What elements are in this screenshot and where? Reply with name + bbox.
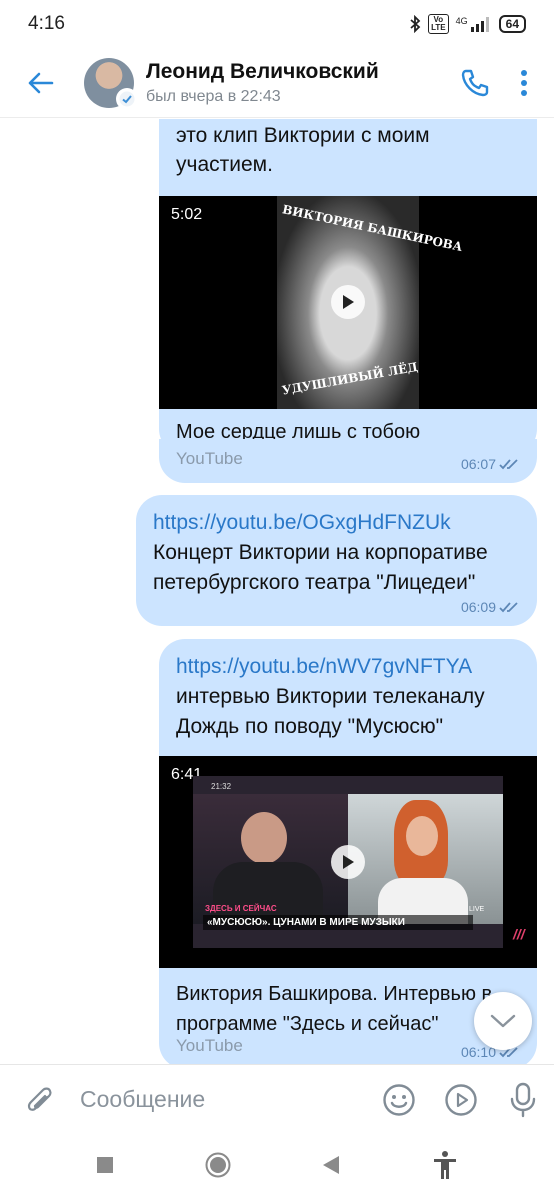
- recent-apps-button[interactable]: [96, 1156, 114, 1179]
- message-text: это клип Виктории с моим участием.: [176, 124, 430, 176]
- volte-icon: Vo LTE: [428, 14, 449, 34]
- play-icon: [343, 855, 354, 869]
- video-message-button[interactable]: [430, 1083, 492, 1117]
- scroll-to-bottom-button[interactable]: [474, 992, 532, 1050]
- message-time: 06:09: [461, 599, 519, 615]
- contact-info[interactable]: Леонид Величковский был вчера в 22:43: [146, 60, 450, 106]
- status-icons: Vo LTE 4G 64: [409, 14, 526, 34]
- double-check-icon: [499, 602, 518, 613]
- message-link[interactable]: https://youtu.be/OGxgHdFNZUk: [153, 508, 451, 538]
- accessibility-button[interactable]: [431, 1150, 459, 1185]
- microphone-icon: [510, 1082, 536, 1117]
- message-text: интервью Виктории телеканалу Дождь по по…: [176, 685, 485, 738]
- video-preview[interactable]: 5:02 ВИКТОРИЯ БАШКИРОВА УДУШЛИВЫЙ ЛЁД: [159, 196, 537, 409]
- avatar[interactable]: [84, 57, 138, 110]
- lower-third: «МУСЮСЮ». ЦУНАМИ В МИРЕ МУЗЫКИ: [203, 915, 473, 930]
- message-time: 06:07: [461, 456, 519, 472]
- video-clock: 21:32: [211, 782, 232, 791]
- paperclip-icon: [27, 1087, 52, 1111]
- checkmark-icon: [119, 91, 135, 106]
- home-circle-icon: [205, 1152, 230, 1177]
- voice-message-button[interactable]: [492, 1082, 554, 1118]
- play-button[interactable]: [331, 845, 365, 879]
- video-message-icon: [445, 1083, 477, 1116]
- video-duration: 5:02: [171, 206, 203, 223]
- call-button[interactable]: [450, 48, 500, 118]
- message-bubble[interactable]: это клип Виктории с моим участием. 5:02 …: [159, 119, 537, 455]
- chat-header: Леонид Величковский был вчера в 22:43: [0, 48, 554, 118]
- emoji-button[interactable]: [368, 1083, 430, 1117]
- status-bar: 4:16 Vo LTE 4G 64: [0, 0, 554, 48]
- verified-badge: [116, 87, 138, 110]
- more-vertical-icon: [521, 69, 527, 96]
- cover-title: ВИКТОРИЯ БАШКИРОВА: [281, 202, 464, 255]
- back-arrow-icon: [28, 72, 54, 93]
- contact-name: Леонид Величковский: [146, 59, 379, 83]
- message-bubble[interactable]: https://youtu.be/nWV7gvNFTYA интервью Ви…: [159, 639, 537, 1064]
- bluetooth-icon: [409, 15, 421, 33]
- message-link[interactable]: https://youtu.be/nWV7gvNFTYA: [176, 652, 472, 682]
- triangle-back-icon: [322, 1155, 339, 1174]
- emoji-icon: [383, 1083, 415, 1116]
- system-nav-bar: [0, 1134, 554, 1200]
- home-button[interactable]: [205, 1152, 231, 1183]
- video-title: Виктория Башкирова. Интервью в программе…: [176, 983, 493, 1035]
- time-label: 06:07: [460, 456, 496, 472]
- more-options-button[interactable]: [500, 48, 548, 118]
- message-list[interactable]: это клип Виктории с моим участием. 5:02 …: [0, 119, 554, 1064]
- play-icon: [343, 295, 354, 309]
- lower-third-top: ЗДЕСЬ И СЕЙЧАС: [205, 904, 277, 913]
- video-source: YouTube: [176, 1036, 243, 1055]
- time-label: 06:09: [460, 599, 496, 615]
- signal-icon: 4G: [456, 16, 492, 32]
- message-input[interactable]: Сообщение: [80, 1086, 368, 1113]
- accessibility-icon: [433, 1150, 456, 1179]
- video-source: YouTube: [176, 449, 243, 468]
- battery-icon: 64: [498, 15, 526, 33]
- thumb-right-panel: [348, 794, 503, 924]
- message-bubble-footer: YouTube 06:07: [159, 439, 537, 483]
- back-button[interactable]: [0, 48, 80, 118]
- last-seen-status: был вчера в 22:43: [146, 87, 281, 105]
- video-preview[interactable]: 6:41 21:32 ЗДЕСЬ И СЕЙЧАС «МУСЮСЮ». ЦУНА…: [159, 756, 537, 968]
- message-bubble[interactable]: https://youtu.be/OGxgHdFNZUk Концерт Вик…: [136, 495, 537, 626]
- square-icon: [96, 1156, 113, 1173]
- channel-logo: ///: [513, 926, 525, 942]
- network-type: 4G: [455, 16, 468, 26]
- battery-level: 64: [505, 17, 519, 31]
- attach-button[interactable]: [0, 1083, 80, 1117]
- double-check-icon: [499, 459, 518, 470]
- status-time: 4:16: [28, 13, 65, 34]
- play-button[interactable]: [331, 285, 365, 319]
- message-text: Концерт Виктории на корпоративе петербур…: [153, 541, 488, 594]
- message-composer: Сообщение: [0, 1064, 554, 1134]
- chevron-down-icon: [490, 1014, 516, 1028]
- nav-back-button[interactable]: [322, 1155, 340, 1180]
- phone-icon: [461, 69, 489, 96]
- cover-subtitle: УДУШЛИВЫЙ ЛЁД: [280, 359, 419, 398]
- live-label: LIVE: [469, 906, 485, 913]
- thumb-face-right: [406, 816, 438, 856]
- thumb-person-left: [241, 812, 287, 864]
